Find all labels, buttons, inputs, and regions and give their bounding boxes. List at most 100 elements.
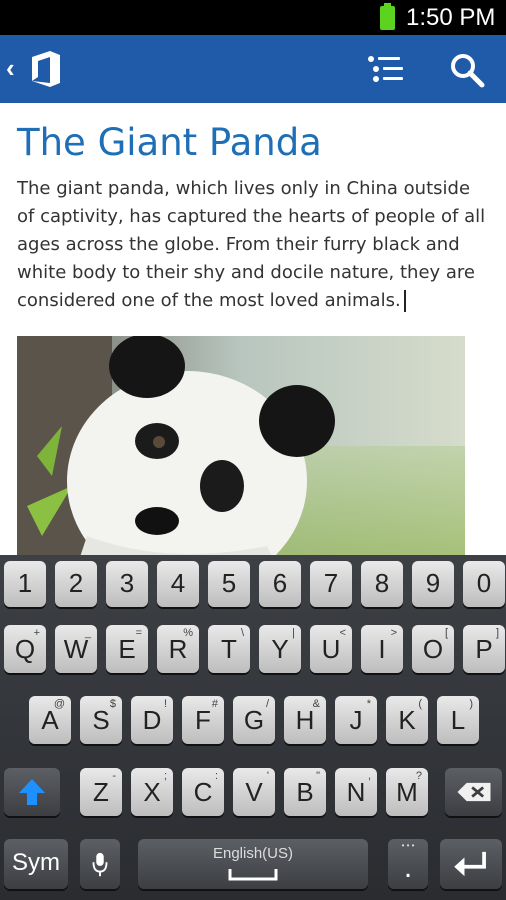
key-label: W [63,634,89,664]
key-e[interactable]: = E [106,625,148,673]
battery-icon [380,3,395,30]
key-label: H [295,705,315,735]
number-key-9[interactable]: 9 [412,561,454,607]
number-key-4[interactable]: 4 [157,561,199,607]
document-paragraph[interactable]: The giant panda, which lives only in Chi… [17,175,487,315]
enter-key[interactable] [440,839,502,889]
number-key-0[interactable]: 0 [463,561,505,607]
key-label: P [475,634,493,664]
back-chevron-icon[interactable]: ‹ [6,53,15,84]
backspace-icon [457,782,491,802]
sym-label: Sym [12,849,60,876]
key-z[interactable]: -Z [80,768,122,816]
backspace-key[interactable] [445,768,502,816]
outline-list-icon[interactable] [366,51,406,87]
key-label: 9 [425,568,441,598]
key-r[interactable]: % R [157,625,199,673]
key-label: V [245,777,263,807]
key-label: T [221,634,237,664]
number-key-1[interactable]: 1 [4,561,46,607]
number-key-5[interactable]: 5 [208,561,250,607]
key-label: R [168,634,188,664]
office-logo-icon[interactable] [26,49,66,89]
key-b[interactable]: " B [284,768,326,816]
key-label: 6 [272,568,288,598]
key-label: 5 [221,568,237,598]
shift-key[interactable] [4,768,60,816]
search-icon[interactable] [448,51,486,89]
key-label: F [195,705,211,735]
key-l[interactable]: ) L [437,696,479,744]
key-p[interactable]: ] P [463,625,505,673]
key-label: K [398,705,416,735]
period-sub-label: • • • [401,841,415,850]
key-n[interactable]: ,N [335,768,377,816]
key-u[interactable]: < U [310,625,352,673]
key-j[interactable]: * J [335,696,377,744]
sym-key[interactable]: Sym [4,839,68,889]
key-label: 3 [119,568,135,598]
key-s[interactable]: $ S [80,696,122,744]
key-label: 7 [323,568,339,598]
space-key[interactable]: English(US) [138,839,368,889]
key-label: 8 [374,568,390,598]
key-t[interactable]: \ T [208,625,250,673]
key-label: L [450,705,466,735]
space-bar-icon [228,869,278,881]
key-label: U [321,634,341,664]
number-key-3[interactable]: 3 [106,561,148,607]
key-m[interactable]: ? M [386,768,428,816]
key-d[interactable]: ! D [131,696,173,744]
period-key[interactable]: • • • . [388,839,428,889]
number-key-2[interactable]: 2 [55,561,97,607]
document-canvas[interactable]: The Giant Panda The giant panda, which l… [0,103,506,555]
key-label: I [378,634,386,664]
key-a[interactable]: @ A [29,696,71,744]
key-label: Q [14,634,36,664]
key-label: D [142,705,162,735]
key-label: 1 [17,568,33,598]
key-v[interactable]: ' V [233,768,275,816]
key-label: A [41,705,59,735]
key-w[interactable]: _ W [55,625,97,673]
key-k[interactable]: (K [386,696,428,744]
key-q[interactable]: + Q [4,625,46,673]
key-g[interactable]: / G [233,696,275,744]
key-label: 2 [68,568,84,598]
key-label: M [396,777,418,807]
key-x[interactable]: ; X [131,768,173,816]
key-o[interactable]: [O [412,625,454,673]
status-time: 1:50 PM [406,4,496,31]
on-screen-keyboard: Sym English(US) • • • . 1 2 3 4 5 6 7 8 9 0 + Q _ W = E… [0,555,506,900]
app-bar: ‹ [0,35,506,103]
key-h[interactable]: & H [284,696,326,744]
voice-input-key[interactable] [80,839,120,889]
key-y[interactable]: | Y [259,625,301,673]
key-label: O [422,634,444,664]
document-title[interactable]: The Giant Panda [17,121,322,164]
key-label: G [243,705,265,735]
key-label: Y [271,634,289,664]
panda-image[interactable] [17,336,465,555]
number-key-7[interactable]: 7 [310,561,352,607]
key-label: 4 [170,568,186,598]
enter-arrow-icon [454,851,486,877]
key-c[interactable]: :C [182,768,224,816]
key-label: Z [93,777,109,807]
key-label: X [143,777,161,807]
key-label: N [346,777,366,807]
key-label: J [349,705,363,735]
paragraph-text: The giant panda, which lives only in Chi… [17,178,486,311]
microphone-icon [92,852,108,877]
number-key-8[interactable]: 8 [361,561,403,607]
shift-arrow-icon [19,779,45,805]
key-i[interactable]: > I [361,625,403,673]
key-label: E [118,634,136,664]
status-bar: 1:50 PM [0,0,506,35]
key-label: 0 [476,568,492,598]
space-language-label: English(US) [212,845,294,862]
number-key-6[interactable]: 6 [259,561,301,607]
key-label: S [92,705,110,735]
key-f[interactable]: # F [182,696,224,744]
text-cursor [403,290,406,312]
